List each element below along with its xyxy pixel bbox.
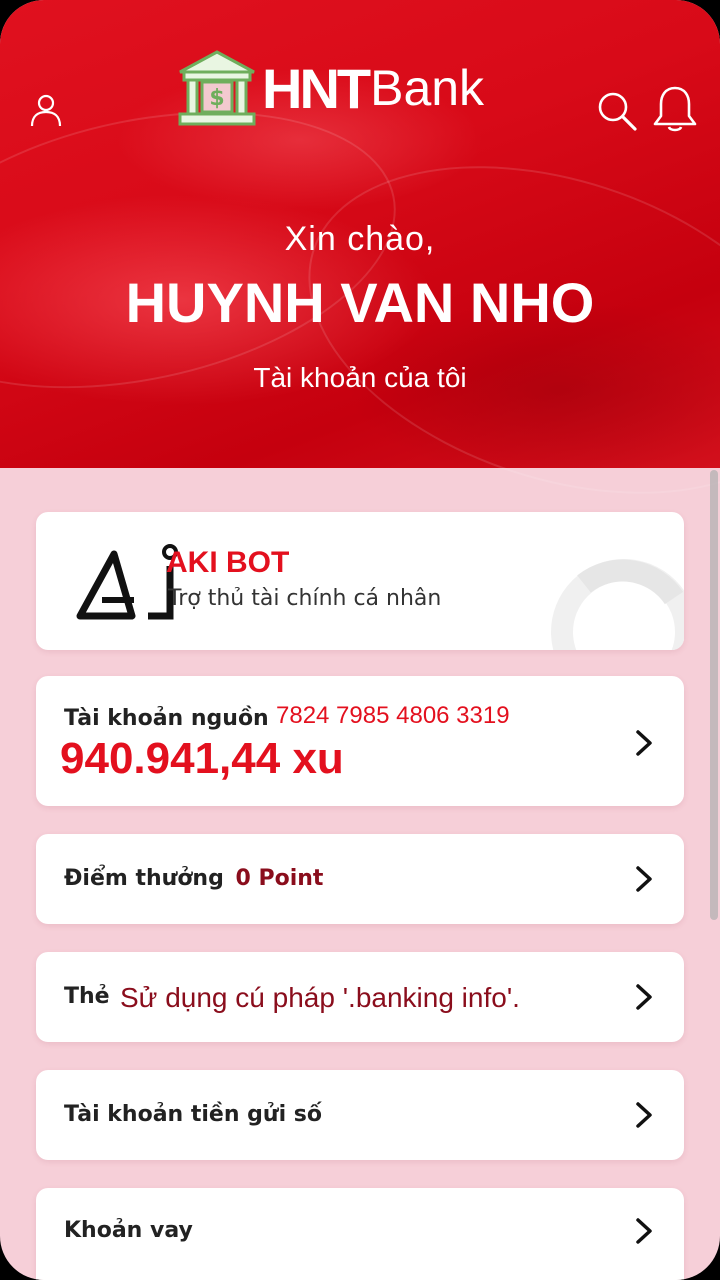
points-label-text: Điểm thưởng xyxy=(64,866,224,891)
scrollbar[interactable] xyxy=(710,470,718,920)
chevron-right-icon xyxy=(636,984,652,1010)
chevron-right-icon xyxy=(636,1218,652,1244)
chevron-right-icon xyxy=(636,1102,652,1128)
card-row[interactable]: Thẻ Sử dụng cú pháp '.banking info'. xyxy=(36,952,684,1042)
loan-label: Khoản vay xyxy=(64,1218,193,1243)
customer-name: HUYNH VAN NHO xyxy=(125,271,595,334)
card-label: Thẻ xyxy=(64,984,110,1009)
digital-savings-label: Tài khoản tiền gửi số xyxy=(64,1102,322,1127)
greeting-hello: Xin chào, xyxy=(284,220,436,258)
search-icon[interactable] xyxy=(594,88,640,134)
my-account-subtitle: Tài khoản của tôi xyxy=(253,362,467,393)
svg-text:$: $ xyxy=(209,86,224,111)
chevron-right-icon xyxy=(636,730,652,756)
phone-screen: $ HNT Bank Xin chào, HUYNH VAN NHO Tài k… xyxy=(0,0,720,1280)
progress-ring-decoration xyxy=(551,559,684,650)
akibot-subtitle: Trợ thủ tài chính cá nhân xyxy=(168,586,442,611)
account-number: 7824 7985 4806 3319 xyxy=(276,702,510,729)
reward-points-label: Điểm thưởng 0 Point xyxy=(64,866,323,891)
user-icon[interactable] xyxy=(26,90,66,130)
bell-icon[interactable] xyxy=(650,84,700,134)
brand-bank: Bank xyxy=(370,60,485,116)
account-balance: 940.941,44 xu xyxy=(60,734,344,783)
akibot-title: AKI BOT xyxy=(166,546,290,579)
source-account-card[interactable]: Tài khoản nguồn 7824 7985 4806 3319 940.… xyxy=(36,676,684,806)
brand-hnt: HNT xyxy=(262,56,371,120)
bank-building-icon: $ xyxy=(178,50,256,126)
source-account-label: Tài khoản nguồn xyxy=(64,706,269,731)
hntbank-logo: $ HNT Bank xyxy=(176,46,484,130)
card-info-value: Sử dụng cú pháp '.banking info'. xyxy=(120,982,520,1013)
loan-card[interactable]: Khoản vay xyxy=(36,1188,684,1280)
digital-savings-card[interactable]: Tài khoản tiền gửi số xyxy=(36,1070,684,1160)
akibot-card[interactable]: AKI BOT Trợ thủ tài chính cá nhân xyxy=(36,512,684,650)
reward-points-card[interactable]: Điểm thưởng 0 Point xyxy=(36,834,684,924)
points-value: 0 Point xyxy=(235,866,324,891)
chevron-right-icon xyxy=(636,866,652,892)
hero-banner: $ HNT Bank Xin chào, HUYNH VAN NHO Tài k… xyxy=(0,0,720,554)
